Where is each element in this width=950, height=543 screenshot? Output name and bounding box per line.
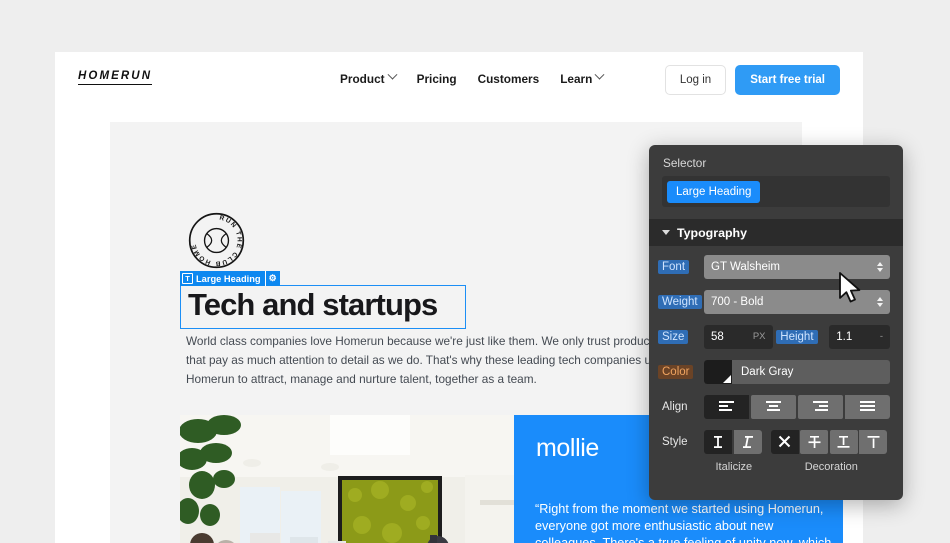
italicize-group: [704, 429, 762, 454]
align-left-icon[interactable]: [704, 394, 750, 419]
screenshot-root: HOMERUN Product Pricing Customers Learn …: [0, 0, 950, 543]
size-height-row: Size 58 PX Height 1.1 -: [649, 322, 903, 351]
align-justify-icon[interactable]: [844, 394, 890, 419]
nav-item-learn[interactable]: Learn: [560, 69, 605, 86]
height-row-label: Height: [776, 329, 829, 344]
decoration-group: [770, 429, 887, 454]
nav-item-learn-label: Learn: [560, 72, 593, 86]
typography-section-header[interactable]: Typography: [649, 219, 903, 246]
color-row: Color Dark Gray: [649, 357, 903, 386]
size-row-label: Size: [658, 329, 704, 344]
typography-section-label: Typography: [677, 225, 747, 240]
font-row-label: Font: [658, 259, 704, 274]
weight-row-label: Weight: [658, 294, 704, 309]
italicize-caption: Italicize: [715, 461, 753, 473]
italic-i-icon[interactable]: [733, 429, 762, 454]
nav-item-customers[interactable]: Customers: [478, 72, 540, 86]
chevron-down-icon: [594, 69, 605, 80]
line-height-unit-label: -: [879, 331, 883, 342]
align-row: Align: [649, 392, 903, 421]
typography-inspector-panel: Selector Large Heading Typography Font G…: [649, 145, 903, 500]
text-element-icon: T: [182, 273, 193, 284]
nav-actions: Log in Start free trial: [664, 65, 840, 95]
strikethrough-icon[interactable]: [800, 429, 828, 454]
style-row: Style: [649, 427, 903, 456]
weight-select-value: 700 - Bold: [711, 295, 764, 308]
disclosure-triangle-icon: [662, 230, 670, 235]
selection-badge-label: Large Heading: [196, 273, 261, 284]
selector-chip[interactable]: Large Heading: [667, 180, 761, 203]
align-row-label: Align: [662, 400, 688, 413]
align-center-icon[interactable]: [750, 394, 797, 419]
site-logo[interactable]: HOMERUN: [78, 70, 153, 85]
style-row-label: Style: [662, 435, 688, 448]
stepper-icon[interactable]: [877, 296, 883, 307]
font-select-value: GT Walsheim: [711, 260, 781, 273]
style-captions: Italicize Decoration: [649, 456, 903, 473]
style-controls: [704, 429, 890, 454]
office-photo: [180, 415, 514, 543]
size-input[interactable]: 58 PX: [704, 324, 773, 349]
site-navbar: HOMERUN Product Pricing Customers Learn …: [55, 52, 863, 108]
none-x-icon[interactable]: [770, 429, 799, 454]
selector-section-title: Selector: [663, 156, 707, 170]
testimonial-quote: “Right from the moment we started using …: [535, 502, 831, 543]
overline-icon[interactable]: [859, 429, 887, 454]
upright-i-icon[interactable]: [704, 429, 732, 454]
nav-links: Product Pricing Customers Learn: [340, 69, 605, 86]
color-row-label: Color: [658, 364, 704, 379]
login-button[interactable]: Log in: [664, 65, 727, 95]
underline-icon[interactable]: [829, 429, 858, 454]
align-right-icon[interactable]: [797, 394, 844, 419]
svg-text:RUN THE CLUB HOME: RUN THE CLUB HOME: [190, 215, 242, 267]
color-picker[interactable]: Dark Gray: [704, 359, 890, 384]
stepper-icon[interactable]: [877, 261, 883, 272]
font-row: Font GT Walsheim: [649, 252, 903, 281]
weight-row: Weight 700 - Bold: [649, 287, 903, 316]
line-height-input[interactable]: 1.1 -: [829, 324, 890, 349]
decoration-caption: Decoration: [804, 461, 858, 473]
page-paragraph: World class companies love Homerun becau…: [186, 334, 664, 387]
nav-item-pricing[interactable]: Pricing: [417, 72, 457, 86]
selector-field[interactable]: Large Heading: [662, 176, 890, 207]
color-name: Dark Gray: [741, 365, 794, 378]
chevron-down-icon: [387, 69, 398, 80]
start-free-trial-button[interactable]: Start free trial: [735, 65, 840, 95]
mouse-cursor-icon: [839, 272, 861, 303]
selection-badge[interactable]: T Large Heading ⚙: [180, 271, 280, 286]
color-swatch-icon[interactable]: [704, 359, 732, 384]
size-input-value: 58: [711, 330, 724, 343]
page-heading[interactable]: Tech and startups: [188, 287, 438, 323]
mollie-brand-label: mollie: [536, 434, 599, 462]
run-the-club-logo-icon: RUN THE CLUB HOME: [188, 212, 245, 269]
nav-item-product[interactable]: Product: [340, 69, 398, 86]
nav-item-product-label: Product: [340, 72, 385, 86]
gear-icon[interactable]: ⚙: [264, 271, 280, 286]
line-height-value: 1.1: [836, 330, 853, 343]
align-segmented-control: [704, 394, 890, 419]
size-unit-label: PX: [752, 331, 766, 342]
